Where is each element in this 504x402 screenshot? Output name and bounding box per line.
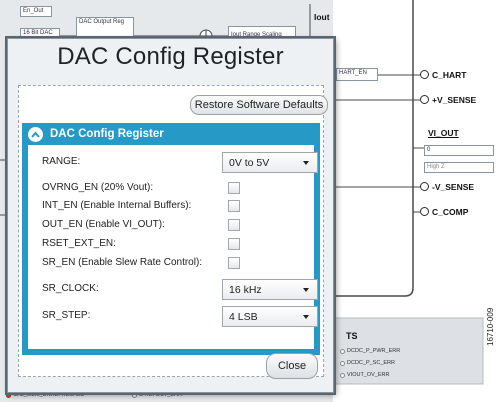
hart-en-block: HART_EN — [336, 68, 378, 81]
field-label: SR_CLOCK: — [42, 283, 99, 294]
c-hart-terminal — [420, 70, 429, 79]
iout-label: Iout — [314, 12, 330, 22]
vi-out-mode-select[interactable]: High Z — [424, 162, 494, 173]
dac-config-panel: DAC Config Register RANGE: 0V to 5V OVRN… — [22, 123, 320, 355]
sr-step-row: SR_STEP: 4 LSB — [28, 306, 318, 327]
vi-out-value-field[interactable]: 0 — [424, 145, 494, 156]
field-label: INT_EN (Enable Internal Buffers): — [42, 200, 192, 211]
figure-number: 16710-009 — [486, 307, 495, 346]
dropdown-caret-icon — [303, 288, 309, 292]
close-button[interactable]: Close — [266, 353, 318, 379]
vi-out-label: VI_OUT — [428, 128, 459, 138]
sr-en-checkbox[interactable] — [228, 257, 240, 269]
sr-clock-row: SR_CLOCK: 16 kHz — [28, 279, 318, 300]
pos-v-sense-terminal — [420, 95, 429, 104]
field-label: OUT_EN (Enable VI_OUT): — [42, 219, 165, 230]
en-out-block: En_Out — [20, 6, 52, 17]
panel-body: RANGE: 0V to 5V OVRNG_EN (20% Vout): INT… — [28, 145, 318, 349]
sr-step-select[interactable]: 4 LSB — [222, 306, 318, 327]
select-value: 16 kHz — [229, 284, 262, 296]
range-select[interactable]: 0V to 5V — [222, 152, 318, 173]
neg-v-sense-label: -V_SENSE — [432, 182, 475, 192]
status-item: VIOUT_OV_ERR — [340, 372, 389, 378]
ovrng-en-checkbox[interactable] — [228, 182, 240, 194]
c-comp-label: C_COMP — [432, 207, 469, 217]
rset-ext-en-checkbox[interactable] — [228, 238, 240, 250]
status-item: DCDC_P_SC_ERR — [340, 360, 395, 366]
error-led-icon — [6, 392, 11, 398]
c-comp-terminal — [420, 207, 429, 216]
panel-header[interactable]: DAC Config Register — [22, 123, 320, 145]
pos-v-sense-label: +V_SENSE — [432, 95, 477, 105]
status-led-icon — [340, 360, 345, 366]
field-label: SR_STEP: — [42, 310, 91, 321]
range-row: RANGE: 0V to 5V — [28, 152, 318, 173]
dropdown-caret-icon — [303, 161, 309, 165]
c-hart-label: C_HART — [432, 70, 467, 80]
sr-clock-select[interactable]: 16 kHz — [222, 279, 318, 300]
status-led-icon — [340, 372, 345, 378]
field-label: RSET_EXT_EN: — [42, 238, 116, 249]
dac-config-dialog: DAC Config Register Restore Software Def… — [7, 38, 334, 393]
select-value: 4 LSB — [229, 311, 258, 323]
restore-defaults-button[interactable]: Restore Software Defaults — [190, 95, 328, 115]
status-led-icon — [132, 392, 137, 398]
int-en-row: INT_EN (Enable Internal Buffers): — [28, 197, 314, 217]
status-led-icon — [340, 348, 345, 354]
int-en-checkbox[interactable] — [228, 200, 240, 212]
ovrng-en-row: OVRNG_EN (20% Vout): — [28, 179, 314, 199]
select-value: 0V to 5V — [229, 157, 270, 169]
panel-title: DAC Config Register — [50, 128, 164, 140]
status-item: DCDC_P_PWR_ERR — [340, 348, 400, 354]
out-en-checkbox[interactable] — [228, 219, 240, 231]
neg-v-sense-terminal — [420, 182, 429, 191]
out-en-row: OUT_EN (Enable VI_OUT): — [28, 216, 314, 236]
field-label: OVRNG_EN (20% Vout): — [42, 182, 154, 193]
collapse-chevron-icon[interactable] — [28, 126, 43, 142]
dropdown-caret-icon — [303, 315, 309, 319]
rset-ext-en-row: RSET_EXT_EN: — [28, 235, 314, 255]
field-label: SR_EN (Enable Slew Rate Control): — [42, 257, 203, 268]
status-heading: TS — [346, 331, 358, 341]
sr-en-row: SR_EN (Enable Slew Rate Control): — [28, 254, 314, 274]
dialog-title: DAC Config Register — [57, 43, 284, 70]
field-label: RANGE: — [42, 156, 81, 167]
